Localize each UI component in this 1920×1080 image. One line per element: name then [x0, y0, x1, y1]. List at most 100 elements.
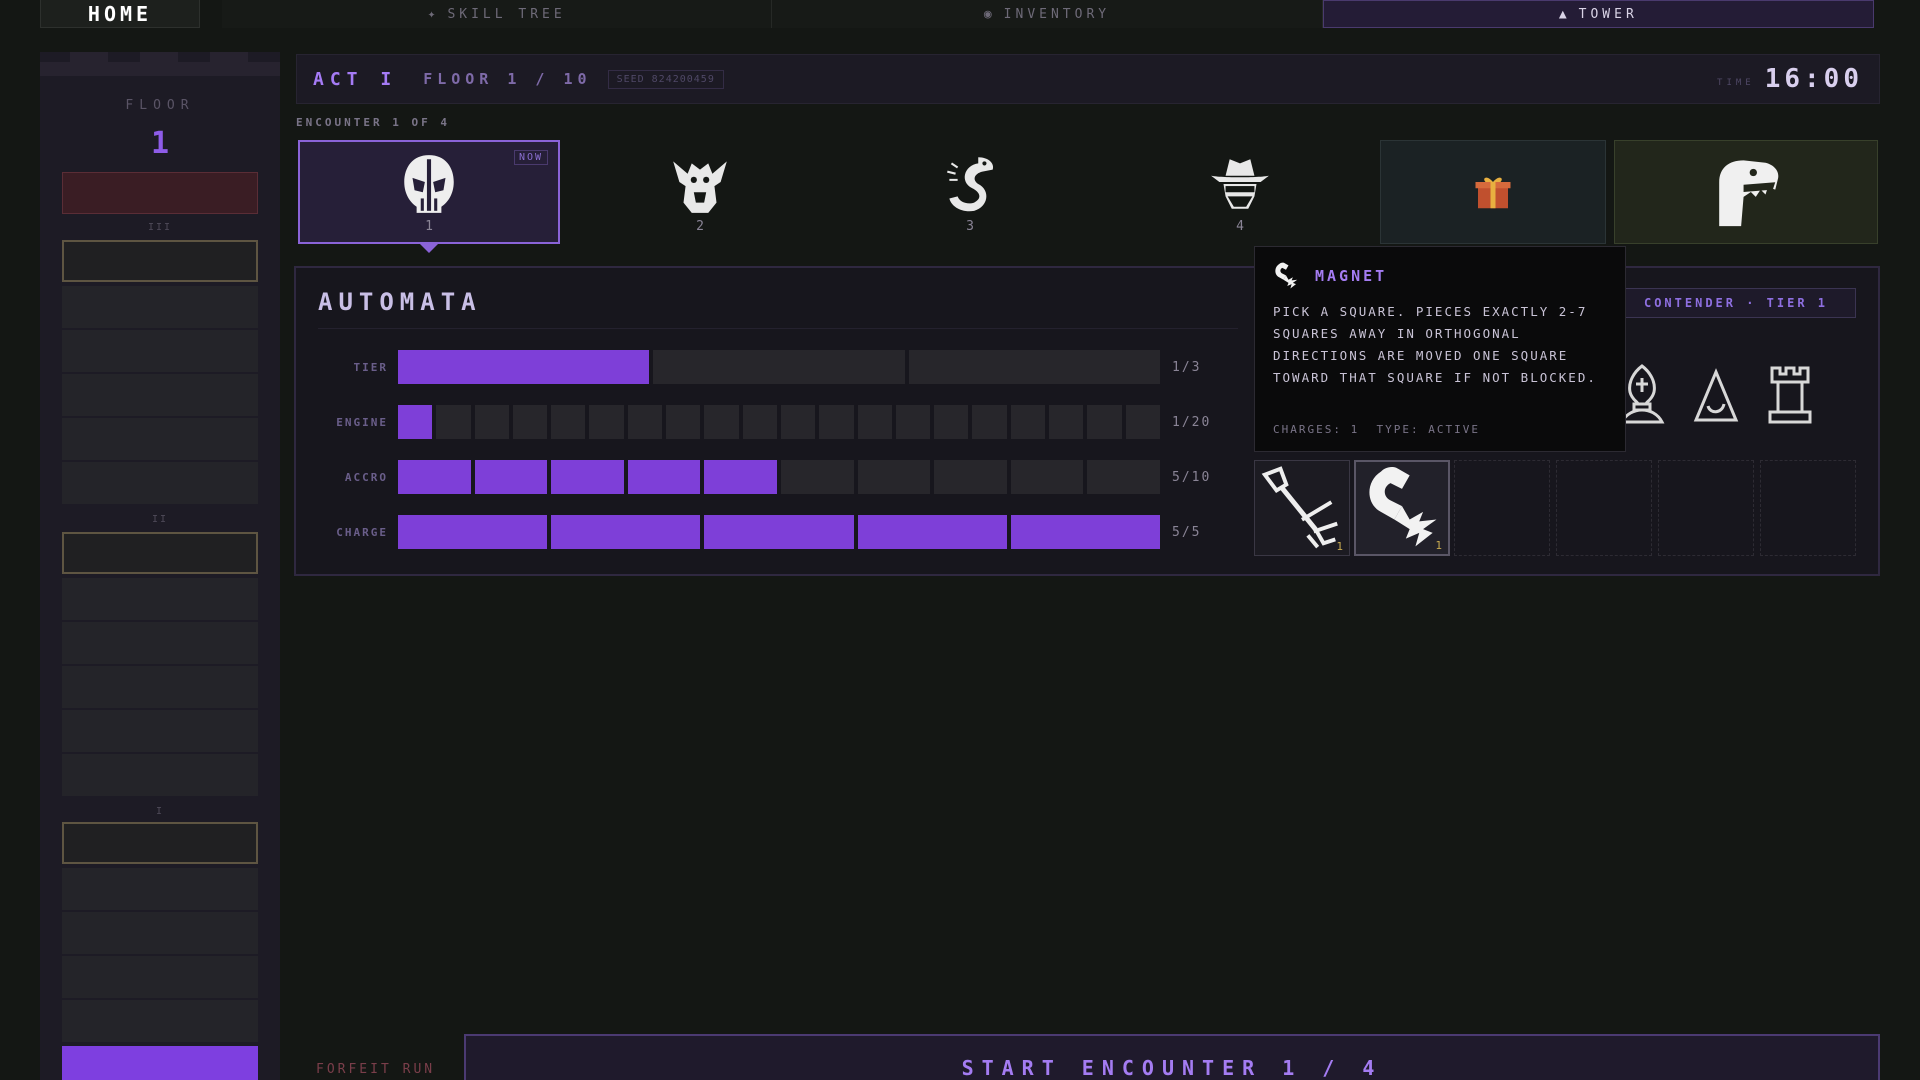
tier-bar	[398, 350, 1160, 384]
grappling-hook-icon	[1261, 466, 1338, 549]
stat-segment-empty	[704, 405, 739, 439]
tower-floor[interactable]	[62, 710, 258, 752]
tower-floor[interactable]	[62, 374, 258, 416]
serpent-icon	[947, 156, 994, 211]
divider	[318, 328, 1238, 329]
bandit-icon	[1211, 158, 1269, 209]
tower-floor-start[interactable]	[62, 1046, 258, 1080]
encounter-card-3[interactable]: 3	[842, 140, 1098, 244]
home-button[interactable]: HOME	[40, 0, 200, 28]
pawn-icon	[1693, 368, 1739, 422]
engine-bar	[398, 405, 1160, 439]
item-slot-empty[interactable]	[1454, 460, 1550, 556]
encounter-number: 1	[425, 218, 433, 234]
stat-value: 1/3	[1172, 359, 1202, 375]
tower-floor[interactable]	[62, 912, 258, 954]
tower-floor[interactable]	[62, 666, 258, 708]
tower-floor-boss[interactable]	[62, 822, 258, 864]
tooltip-charges: CHARGES: 1	[1273, 423, 1360, 436]
tab-skill-tree-label: SKILL TREE	[447, 6, 566, 22]
stat-segment-filled	[1010, 515, 1161, 549]
tab-skill-tree[interactable]: ✦ SKILL TREE	[222, 0, 773, 28]
stat-segment-filled	[627, 460, 701, 494]
tower-floor[interactable]	[62, 622, 258, 664]
tower-floor-current[interactable]	[62, 172, 258, 214]
stat-segment-empty	[857, 460, 931, 494]
run-header: ACT I FLOOR 1 / 10 SEED 824200459 TIME 1…	[296, 54, 1880, 104]
start-encounter-button[interactable]: START ENCOUNTER 1 / 4	[464, 1034, 1880, 1080]
encounter-card-2[interactable]: 2	[572, 140, 828, 244]
floor-progress: FLOOR 1 / 10	[423, 70, 592, 88]
tab-inventory[interactable]: ◉ INVENTORY	[772, 0, 1323, 28]
stat-segment-empty	[589, 405, 624, 439]
magnet-icon	[1369, 466, 1437, 547]
time-value: 16:00	[1764, 64, 1863, 94]
encounter-card-4[interactable]: 4	[1112, 140, 1368, 244]
encounter-card-reward[interactable]	[1380, 140, 1606, 244]
item-count: 1	[1435, 539, 1442, 552]
tower-floor-boss[interactable]	[62, 240, 258, 282]
current-encounter-indicator	[420, 244, 438, 253]
stat-segment-empty	[1049, 405, 1084, 439]
stat-segment-empty	[1010, 460, 1084, 494]
top-nav: ✦ SKILL TREE ◉ INVENTORY ▲ TOWER	[222, 0, 1874, 28]
encounter-card-boss[interactable]	[1614, 140, 1878, 244]
item-tooltip: MAGNET PICK A SQUARE. PIECES EXACTLY 2-7…	[1254, 246, 1626, 452]
stat-segment-filled	[474, 460, 548, 494]
tower-floor-boss[interactable]	[62, 532, 258, 574]
tower-floor[interactable]	[62, 418, 258, 460]
stat-segment-empty	[512, 405, 548, 439]
forfeit-run-button[interactable]: FORFEIT RUN	[316, 1062, 435, 1077]
stat-segment-empty	[666, 405, 701, 439]
tower-floor[interactable]	[62, 286, 258, 328]
inventory-icon: ◉	[983, 6, 996, 22]
stat-segment-empty	[653, 350, 905, 384]
stat-label: TIER	[353, 360, 388, 374]
tier-badge: CONTENDER · TIER 1	[1616, 288, 1856, 318]
accro-bar	[398, 460, 1160, 494]
stat-segment-filled	[857, 515, 1007, 549]
act-mark-1: I	[155, 806, 165, 817]
tower-floor[interactable]	[62, 754, 258, 796]
seed-badge[interactable]: SEED 824200459	[607, 69, 724, 89]
stat-segment-empty	[895, 405, 931, 439]
stat-label: ACCRO	[344, 470, 388, 484]
stat-value: 5/10	[1172, 469, 1212, 485]
item-slot-magnet[interactable]: 1	[1354, 460, 1450, 556]
tab-tower[interactable]: ▲ TOWER	[1322, 0, 1874, 28]
item-slot-empty[interactable]	[1760, 460, 1856, 556]
tower-floor[interactable]	[62, 868, 258, 910]
item-slot-empty[interactable]	[1556, 460, 1652, 556]
stat-segment-empty	[1087, 405, 1122, 439]
stat-label: ENGINE	[336, 415, 388, 429]
item-slot-grappling-hook[interactable]: 1	[1254, 460, 1350, 556]
stat-segment-empty	[819, 405, 854, 439]
tooltip-type: TYPE: ACTIVE	[1376, 423, 1480, 436]
tower-crenellation	[40, 52, 280, 78]
tower-floor[interactable]	[62, 462, 258, 504]
tab-tower-label: TOWER	[1578, 6, 1638, 22]
now-badge: NOW	[513, 150, 548, 165]
tower-floor[interactable]	[62, 1000, 258, 1042]
stat-value: 1/20	[1172, 414, 1212, 430]
stat-segment-empty	[742, 405, 777, 439]
tower-floor[interactable]	[62, 578, 258, 620]
stat-segment-empty	[1010, 405, 1046, 439]
stat-label: CHARGE	[336, 525, 388, 539]
enemy-name: AUTOMATA	[318, 288, 482, 316]
act-label: ACT I	[313, 68, 398, 90]
tab-inventory-label: INVENTORY	[1003, 6, 1111, 22]
item-slot-empty[interactable]	[1658, 460, 1754, 556]
stat-segment-empty	[1087, 460, 1160, 494]
stat-segment-filled	[704, 460, 777, 494]
stat-segment-filled	[398, 515, 548, 549]
encounter-card-1[interactable]: NOW 1	[298, 140, 560, 244]
time-label: TIME	[1717, 78, 1755, 88]
stat-segment-filled	[398, 405, 433, 439]
encounter-number: 4	[1236, 218, 1244, 234]
stat-segment-empty	[780, 405, 816, 439]
tower-floor[interactable]	[62, 956, 258, 998]
item-count: 1	[1336, 540, 1343, 553]
act-mark-2: II	[151, 514, 169, 525]
tower-floor[interactable]	[62, 330, 258, 372]
